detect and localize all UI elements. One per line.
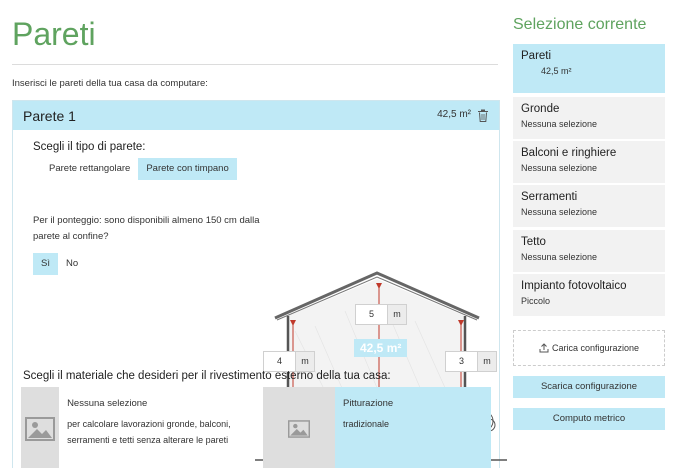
intro-text: Inserisci le pareti della tua casa da co… [12,78,208,89]
sidebar-title: Selezione corrente [513,16,647,33]
wall-type-label: Scegli il tipo di parete: [33,141,146,153]
metric-calc-button[interactable]: Computo metrico [513,408,665,430]
sidebar-item-value: Nessuna selezione [521,252,598,262]
sidebar-item-value: 42,5 m² [541,66,572,76]
ridge-height-input[interactable]: 5 m [355,304,407,325]
sidebar-item-label: Gronde [521,103,560,115]
wall-area: 42,5 m² [437,109,471,120]
sidebar-item-value: Nessuna selezione [521,207,598,217]
sidebar-item-tetto[interactable]: Tetto Nessuna selezione [513,230,665,272]
wall-area-badge: 42,5 m² [354,339,408,357]
type-rectangular-button[interactable]: Parete rettangolare [41,158,139,180]
sidebar-item-pareti[interactable]: Pareti 42,5 m² [513,44,665,93]
sidebar-item-serramenti[interactable]: Serramenti Nessuna selezione [513,185,665,227]
right-height-input[interactable]: 3 m [445,351,497,372]
sidebar-item-label: Serramenti [521,191,578,203]
image-placeholder-icon [21,387,60,468]
material-card-paint[interactable]: Pitturazione tradizionale [263,387,491,468]
material-title: Nessuna selezione [67,398,148,409]
wall-panel-header[interactable]: Parete 1 42,5 m² [13,101,499,130]
upload-config-button[interactable]: Carica configurazione [513,330,665,366]
sidebar-item-value: Nessuna selezione [521,119,598,129]
right-height-value[interactable]: 3 [445,351,477,372]
sidebar-item-value: Nessuna selezione [521,163,598,173]
wall-panel: Parete 1 42,5 m² Scegli il tipo di paret… [12,100,507,468]
divider [12,64,498,65]
sidebar-item-label: Impianto fotovoltaico [521,280,627,292]
wall-type-selector: Parete rettangolare Parete con timpano [41,158,237,180]
material-desc: per calcolare lavorazioni gronde, balcon… [67,419,231,445]
sidebar-item-value: Piccolo [521,296,551,306]
trash-icon[interactable] [477,109,489,122]
material-label: Scegli il materiale che desideri per il … [23,370,391,382]
ridge-height-unit: m [387,304,407,325]
ridge-height-value[interactable]: 5 [355,304,387,325]
type-gable-button[interactable]: Parete con timpano [138,158,237,180]
page-title: Pareti [12,16,96,52]
material-card-none[interactable]: Nessuna selezione per calcolare lavorazi… [21,387,248,468]
sidebar-item-label: Balconi e ringhiere [521,147,617,159]
material-title: Pitturazione [343,398,394,409]
answer-yes-button[interactable]: Sì [33,253,58,275]
right-height-unit: m [477,351,497,372]
sidebar-item-balconi[interactable]: Balconi e ringhiere Nessuna selezione [513,141,665,183]
wall-title: Parete 1 [23,107,76,124]
answer-no-button[interactable]: No [58,253,86,275]
sidebar-item-label: Tetto [521,236,546,248]
sidebar-item-fotovoltaico[interactable]: Impianto fotovoltaico Piccolo [513,274,665,316]
upload-icon [539,343,549,353]
scaffold-answer: Sì No [33,253,86,275]
scaffold-question: Per il ponteggio: sono disponibili almen… [33,215,260,242]
sidebar-item-label: Pareti [521,50,552,62]
sidebar-item-gronde[interactable]: Gronde Nessuna selezione [513,97,665,139]
left-height-unit: m [295,351,315,372]
download-config-button[interactable]: Scarica configurazione [513,376,665,398]
image-placeholder-icon [263,387,335,468]
left-height-input[interactable]: 4 m [263,351,315,372]
upload-config-label: Carica configurazione [551,343,640,353]
left-height-value[interactable]: 4 [263,351,295,372]
material-desc: tradizionale [343,419,390,429]
